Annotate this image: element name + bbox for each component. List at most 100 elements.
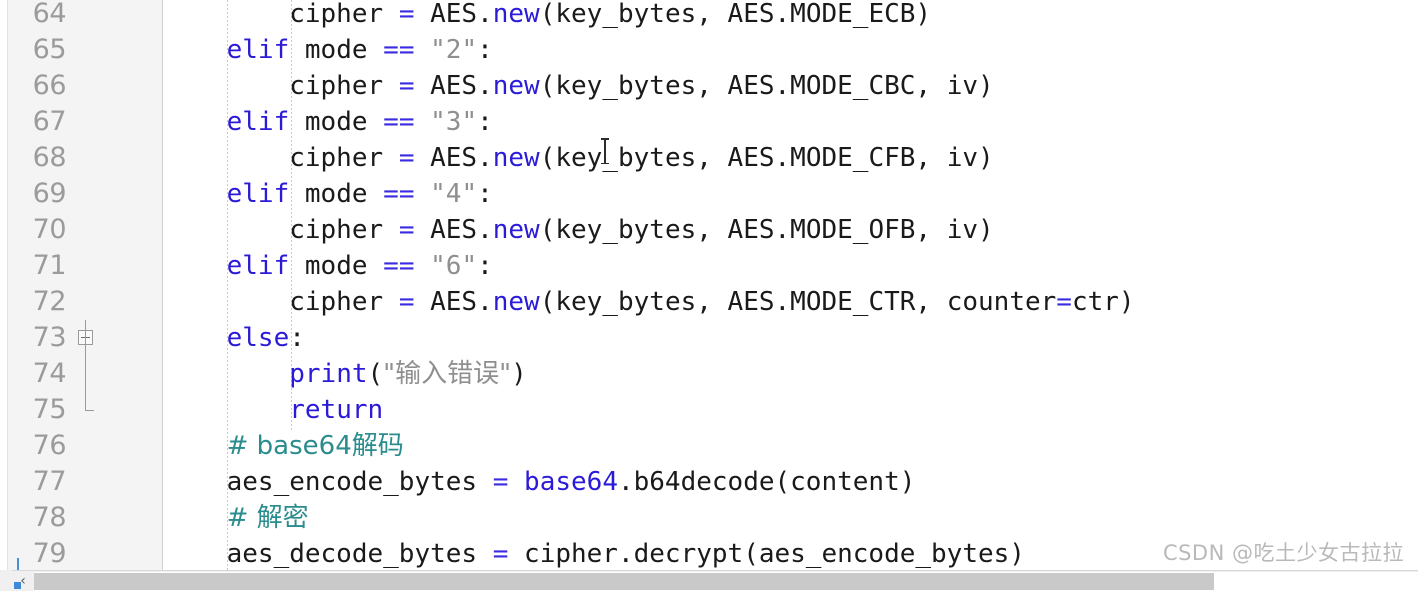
code-line[interactable]: elif mode == "2": bbox=[164, 32, 493, 68]
code-token-plain: AES. bbox=[414, 0, 493, 29]
code-token-plain: : bbox=[477, 179, 493, 209]
code-token-kw: return bbox=[289, 395, 384, 425]
line-number: 77 bbox=[32, 466, 67, 497]
code-token-op: = bbox=[398, 287, 415, 317]
code-token-op: == bbox=[383, 179, 415, 209]
code-token-plain: ( bbox=[367, 359, 384, 389]
code-token-op: = bbox=[398, 143, 415, 173]
code-line[interactable]: cipher = AES.new(key_bytes, AES.MODE_ECB… bbox=[164, 0, 931, 32]
line-number: 69 bbox=[32, 178, 67, 209]
line-number: 65 bbox=[32, 34, 67, 65]
scrollbar-position-marker[interactable] bbox=[14, 582, 21, 589]
code-token-kw: elif bbox=[226, 251, 290, 281]
code-token-plain: : bbox=[477, 107, 493, 137]
line-number-column: 64 65 66 67 68 69 70 71 72 73 74 75 76 77 78 79 bbox=[8, 0, 70, 570]
code-token-plain: mode bbox=[289, 251, 384, 281]
code-token-plain: cipher bbox=[164, 287, 399, 317]
code-line[interactable]: # base64解码 bbox=[164, 428, 404, 464]
code-line[interactable]: else: bbox=[164, 320, 305, 356]
scrollbar-thumb[interactable] bbox=[34, 573, 1214, 590]
fold-region-line bbox=[85, 320, 86, 410]
line-number: 76 bbox=[32, 430, 67, 461]
code-line[interactable]: aes_encode_bytes = base64.b64decode(cont… bbox=[164, 464, 916, 500]
line-number: 70 bbox=[32, 214, 67, 245]
code-line[interactable]: elif mode == "6": bbox=[164, 248, 493, 284]
code-line[interactable]: # 解密 bbox=[164, 500, 309, 536]
code-token-plain: (key_bytes, AES.MODE_CTR, counter bbox=[539, 287, 1057, 317]
csdn-watermark: CSDN @吃土少女古拉拉 bbox=[1162, 541, 1404, 565]
editor-gutter[interactable]: 64 65 66 67 68 69 70 71 72 73 74 75 76 77 78 79 bbox=[8, 0, 163, 570]
code-token-str: "4" bbox=[430, 179, 478, 209]
code-token-plain: aes_decode_bytes bbox=[164, 539, 493, 569]
code-token-plain: (key_bytes, AES.MODE_OFB, iv) bbox=[539, 215, 994, 245]
code-line[interactable]: cipher = AES.new(key_bytes, AES.MODE_CBC… bbox=[164, 68, 994, 104]
code-line[interactable]: elif mode == "4": bbox=[164, 176, 493, 212]
editor-left-edge bbox=[0, 0, 8, 570]
line-number: 75 bbox=[32, 394, 67, 425]
line-number: 68 bbox=[32, 142, 67, 173]
code-token-fn: print bbox=[289, 359, 368, 389]
code-line[interactable]: elif mode == "3": bbox=[164, 104, 493, 140]
code-token-op: = bbox=[398, 215, 415, 245]
code-token-cmt: # base64解码 bbox=[226, 431, 404, 461]
code-line[interactable]: return bbox=[164, 392, 383, 428]
code-token-plain: cipher bbox=[164, 143, 399, 173]
code-token-op: == bbox=[383, 107, 415, 137]
line-number: 66 bbox=[32, 70, 67, 101]
code-token-str: "2" bbox=[430, 35, 478, 65]
line-number: 78 bbox=[32, 502, 67, 533]
code-text-area[interactable]: cipher = AES.new(key_bytes, AES.MODE_ECB… bbox=[164, 0, 1418, 570]
code-token-kw: elif bbox=[226, 179, 290, 209]
code-token-plain: mode bbox=[289, 107, 384, 137]
code-line[interactable]: cipher = AES.new(key_bytes, AES.MODE_CFB… bbox=[164, 140, 994, 176]
line-number: 71 bbox=[32, 250, 67, 281]
code-token-str: "6" bbox=[430, 251, 478, 281]
code-token-plain: : bbox=[289, 323, 305, 353]
code-token-op: = bbox=[398, 0, 415, 29]
code-line[interactable]: aes_decode_bytes = cipher.decrypt(aes_en… bbox=[164, 536, 1025, 570]
code-token-plain: mode bbox=[289, 35, 384, 65]
code-token-fn: new bbox=[492, 215, 540, 245]
fold-region-end-tick bbox=[85, 410, 94, 411]
code-token-plain: AES. bbox=[414, 71, 493, 101]
code-token-plain: AES. bbox=[414, 143, 493, 173]
code-token-plain: AES. bbox=[414, 287, 493, 317]
code-line[interactable]: cipher = AES.new(key_bytes, AES.MODE_CTR… bbox=[164, 284, 1135, 320]
code-token-fn: new bbox=[492, 287, 540, 317]
vcs-stripe-bottom-tick bbox=[17, 558, 19, 570]
code-token-plain: cipher bbox=[164, 71, 399, 101]
code-token-plain: (key_bytes, AES.MODE_ECB) bbox=[539, 0, 932, 29]
code-line[interactable]: cipher = AES.new(key_bytes, AES.MODE_OFB… bbox=[164, 212, 994, 248]
code-token-plain: aes_encode_bytes bbox=[164, 467, 493, 497]
code-token-plain: ctr) bbox=[1071, 287, 1135, 317]
code-line[interactable]: print("输入错误") bbox=[164, 356, 527, 392]
code-token-op: = bbox=[492, 467, 509, 497]
code-token-op: = bbox=[1056, 287, 1072, 317]
code-token-fn: new bbox=[492, 0, 540, 29]
code-folding-column[interactable] bbox=[70, 0, 102, 570]
code-token-kw: else bbox=[226, 323, 290, 353]
code-token-fn: new bbox=[492, 143, 540, 173]
code-token-kw: elif bbox=[226, 35, 290, 65]
code-token-plain: (key_bytes, AES.MODE_CFB, iv) bbox=[539, 143, 994, 173]
code-token-op: = bbox=[492, 539, 509, 569]
code-token-plain: AES. bbox=[414, 215, 493, 245]
code-token-fn: new bbox=[492, 71, 540, 101]
code-token-str: "输入错误" bbox=[383, 359, 512, 389]
code-token-plain: (key_bytes, AES.MODE_CBC, iv) bbox=[539, 71, 994, 101]
code-token-str: "3" bbox=[430, 107, 478, 137]
horizontal-scrollbar[interactable]: ‹ bbox=[0, 570, 1418, 591]
code-token-cmt: # 解密 bbox=[226, 503, 309, 533]
line-number: 73 bbox=[32, 322, 67, 353]
